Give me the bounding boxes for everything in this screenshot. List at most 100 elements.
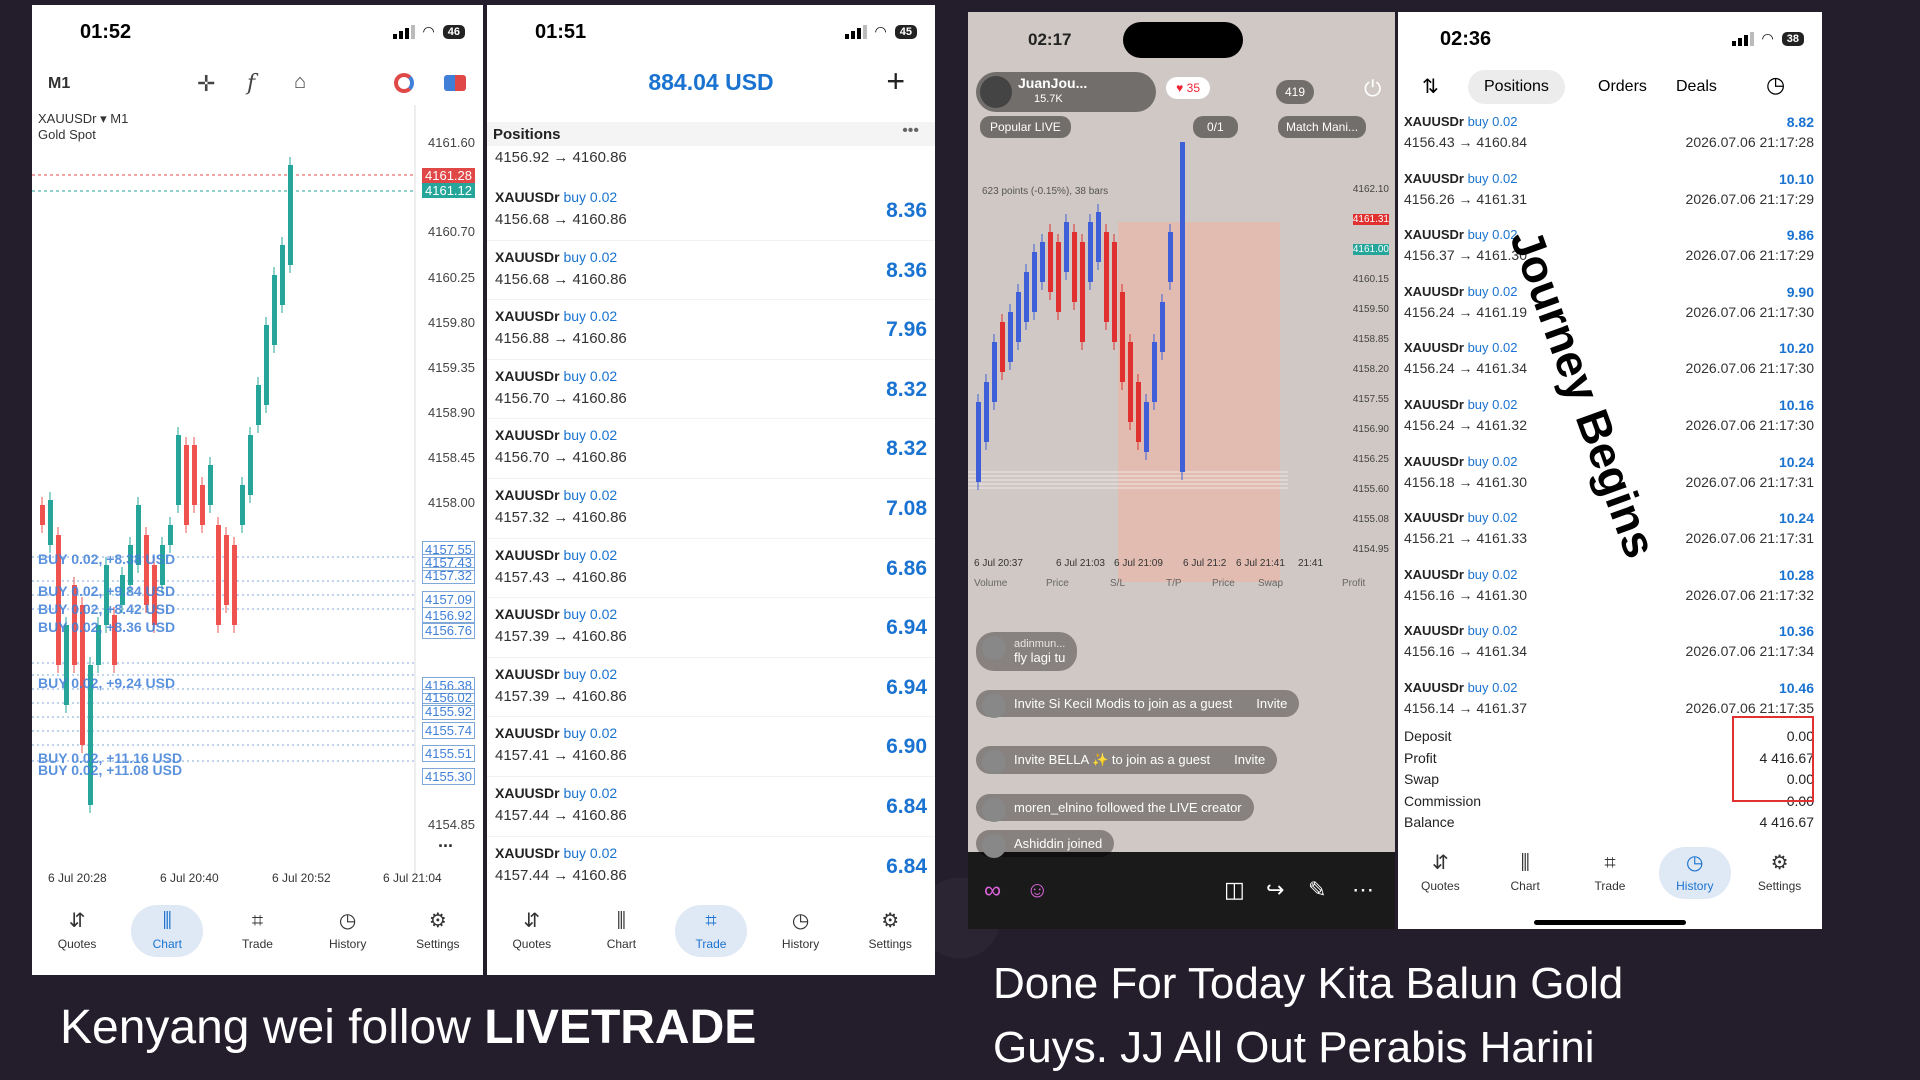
- sort-icon[interactable]: ⇅: [1422, 74, 1439, 99]
- deal-row[interactable]: XAUUSDr buy 0.02 10.20 4156.24 → 4161.34 20…: [1398, 334, 1822, 391]
- match-badge[interactable]: Match Mani...: [1278, 116, 1367, 138]
- candle: [96, 625, 101, 665]
- loss-zone: [1118, 222, 1280, 582]
- deal-side: buy 0.02: [1467, 453, 1518, 469]
- share-icon[interactable]: ↪: [1266, 877, 1284, 903]
- position-row[interactable]: XAUUSDr buy 0.02 4156.70 → 4160.86 8.32: [487, 419, 935, 479]
- candle: [976, 402, 981, 482]
- battery-icon: 45: [894, 24, 917, 39]
- tab-history[interactable]: ◷ History: [312, 905, 384, 957]
- comment[interactable]: moren_elnino followed the LIVE creator: [976, 794, 1254, 822]
- trade-icon: ⌗: [705, 910, 717, 932]
- comment[interactable]: Invite BELLA ✨ to join as a guest Invite: [976, 746, 1278, 774]
- candle: [184, 445, 189, 525]
- tab-settings[interactable]: ⚙ Settings: [1744, 847, 1816, 899]
- more-icon[interactable]: •••: [902, 122, 919, 140]
- deal-row[interactable]: XAUUSDr buy 0.02 9.90 4156.24 → 4161.19 202…: [1398, 278, 1822, 335]
- tab-trade[interactable]: ⌗ Trade: [1574, 847, 1646, 899]
- gift-icon[interactable]: ◫: [1224, 877, 1245, 903]
- tab-chart[interactable]: ⫼ Chart: [131, 905, 204, 957]
- indicator-icon[interactable]: [394, 73, 414, 93]
- timeframe-button[interactable]: M1: [48, 75, 70, 93]
- candle: [64, 625, 69, 705]
- power-icon[interactable]: ⏻: [1364, 76, 1381, 102]
- position-row[interactable]: XAUUSDr buy 0.02 4156.88 → 4160.86 7.96: [487, 300, 935, 360]
- tab-history[interactable]: ◷ History: [765, 905, 837, 957]
- settings-icon: ⚙: [1770, 852, 1789, 874]
- tab-bar: ⇵ Quotes ⫼ Chart ⌗ Trade ◷ History ⚙ Settings: [1398, 829, 1822, 917]
- left-caption: Kenyang wei follow LIVETRADE: [60, 1001, 757, 1054]
- deal-row[interactable]: XAUUSDr buy 0.02 10.36 4156.16 → 4161.34 20…: [1398, 617, 1822, 674]
- tab-quotes[interactable]: ⇵ Quotes: [496, 905, 568, 957]
- avatar: [982, 694, 1006, 718]
- position-row[interactable]: XAUUSDr buy 0.02 4156.68 → 4160.86 8.36: [487, 241, 935, 301]
- price-chart[interactable]: [32, 105, 483, 875]
- deal-row[interactable]: XAUUSDr buy 0.02 9.86 4156.37 → 4161.30 202…: [1398, 221, 1822, 278]
- tab-positions[interactable]: Positions: [1468, 70, 1565, 104]
- tab-trade[interactable]: ⌗ Trade: [674, 905, 747, 957]
- position-side: buy 0.02: [563, 784, 618, 801]
- tab-label: Trade: [242, 937, 273, 951]
- candle: [80, 605, 85, 745]
- comment[interactable]: Invite Si Kecil Modis to join as a guest…: [976, 690, 1300, 718]
- deal-symbol: XAUUSDr buy 0.02: [1404, 453, 1518, 469]
- like-count[interactable]: ♥ 35: [1166, 77, 1210, 99]
- objects-icon[interactable]: ⌂: [294, 71, 306, 94]
- tab-deals[interactable]: Deals: [1676, 78, 1717, 96]
- position-profit: 8.36: [886, 258, 927, 282]
- new-order-button[interactable]: +: [886, 63, 905, 100]
- tab-quotes[interactable]: ⇵ Quotes: [1404, 847, 1476, 899]
- position-row[interactable]: XAUUSDr buy 0.02 4157.39 → 4160.86 6.94: [487, 598, 935, 658]
- deal-profit: 10.36: [1778, 623, 1814, 640]
- edit-icon[interactable]: ✎: [1308, 877, 1326, 903]
- x-tick: 6 Jul 21:03: [1056, 558, 1105, 569]
- deal-row[interactable]: XAUUSDr buy 0.02 10.28 4156.16 → 4161.30 20…: [1398, 561, 1822, 618]
- position-row[interactable]: XAUUSDr buy 0.02 4156.70 → 4160.86 8.32: [487, 360, 935, 420]
- deal-price: 4156.24 → 4161.19: [1404, 303, 1527, 320]
- candle: [1152, 342, 1157, 402]
- position-row[interactable]: XAUUSDr buy 0.02 4157.44 → 4160.86 6.84: [487, 777, 935, 837]
- candle: [176, 435, 181, 505]
- comment[interactable]: adinmun... fly lagi tu: [976, 632, 1078, 671]
- battery-icon: 38: [1781, 31, 1804, 46]
- invite-button[interactable]: Invite: [1234, 752, 1265, 767]
- deal-row[interactable]: XAUUSDr buy 0.02 10.10 4156.26 → 4161.31 20…: [1398, 165, 1822, 222]
- comment[interactable]: Ashiddin joined: [976, 830, 1115, 858]
- candle: [232, 545, 237, 625]
- deal-side: buy 0.02: [1467, 114, 1518, 129]
- candle: [1032, 252, 1037, 312]
- position-side: buy 0.02: [563, 665, 618, 682]
- comment-text: Invite Si Kecil Modis to join as a guest: [1014, 696, 1233, 711]
- collab-icon[interactable]: ∞: [984, 877, 1001, 905]
- avatar[interactable]: [980, 76, 1012, 108]
- clock-icon[interactable]: ◷: [1766, 72, 1785, 98]
- position-row[interactable]: XAUUSDr buy 0.02 4157.32 → 4160.86 7.08: [487, 479, 935, 539]
- position-row[interactable]: XAUUSDr buy 0.02 4157.39 → 4160.86 6.94: [487, 658, 935, 718]
- column-header: Price: [1212, 578, 1235, 589]
- crosshair-icon[interactable]: ✛: [197, 71, 215, 97]
- more-icon[interactable]: ⋯: [1352, 877, 1374, 903]
- trade-icon[interactable]: [444, 75, 466, 91]
- tab-settings[interactable]: ⚙ Settings: [402, 905, 474, 957]
- tab-orders[interactable]: Orders: [1598, 78, 1647, 96]
- position-symbol: XAUUSDr buy 0.02: [495, 844, 618, 861]
- deal-symbol: XAUUSDr buy 0.02: [1404, 114, 1518, 129]
- people-icon[interactable]: ☺: [1026, 877, 1048, 903]
- tab-settings[interactable]: ⚙ Settings: [854, 905, 926, 957]
- deal-row[interactable]: XAUUSDr buy 0.02 8.82 4156.43 → 4160.84 202…: [1398, 108, 1822, 165]
- invite-button[interactable]: Invite: [1256, 696, 1287, 711]
- function-icon[interactable]: f: [247, 71, 255, 96]
- candle: [1024, 272, 1029, 322]
- position-row[interactable]: XAUUSDr buy 0.02 4156.68 → 4160.86 8.36: [487, 181, 935, 241]
- tab-chart[interactable]: ⫼ Chart: [585, 905, 657, 957]
- tab-chart[interactable]: ⫼ Chart: [1489, 847, 1561, 899]
- home-indicator: [1534, 920, 1686, 925]
- tab-quotes[interactable]: ⇵ Quotes: [41, 905, 113, 957]
- position-row[interactable]: XAUUSDr buy 0.02 4157.43 → 4160.86 6.86: [487, 539, 935, 599]
- tab-history[interactable]: ◷ History: [1658, 847, 1731, 899]
- position-symbol: XAUUSDr buy 0.02: [495, 546, 618, 563]
- more-icon[interactable]: ...: [438, 831, 453, 852]
- position-row[interactable]: XAUUSDr buy 0.02 4157.41 → 4160.86 6.90: [487, 717, 935, 777]
- tab-trade[interactable]: ⌗ Trade: [221, 905, 293, 957]
- popular-badge[interactable]: Popular LIVE: [980, 116, 1071, 138]
